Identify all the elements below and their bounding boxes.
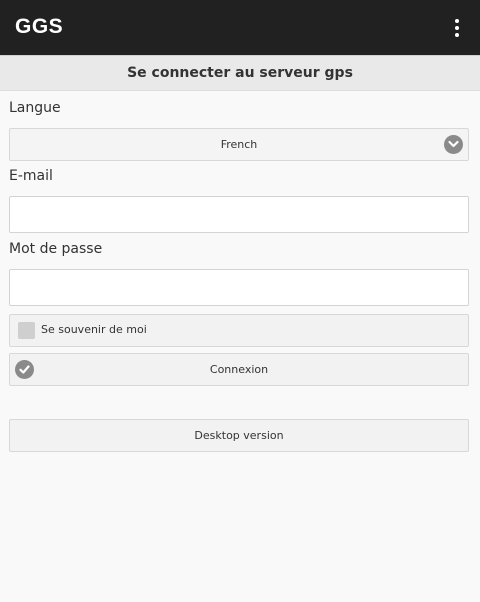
login-button-label: Connexion	[209, 363, 269, 376]
desktop-version-button[interactable]: Desktop version	[9, 419, 469, 452]
email-field[interactable]	[9, 196, 469, 233]
password-label: Mot de passe	[9, 241, 103, 257]
email-label: E-mail	[9, 168, 53, 184]
check-icon	[15, 360, 34, 379]
desktop-version-label: Desktop version	[194, 429, 284, 442]
app-bar: GGS	[0, 0, 480, 55]
app-title: GGS	[15, 15, 64, 38]
password-field[interactable]	[9, 269, 469, 306]
language-label: Langue	[9, 100, 61, 116]
language-selected-value: French	[220, 138, 258, 151]
remember-me-checkbox[interactable]	[18, 322, 35, 339]
remember-me-row[interactable]: Se souvenir de moi	[9, 314, 469, 347]
language-select[interactable]: French	[9, 128, 469, 161]
page-title: Se connecter au serveur gps	[0, 55, 480, 91]
login-button[interactable]: Connexion	[9, 353, 469, 386]
more-vert-icon[interactable]	[444, 14, 470, 42]
remember-me-label: Se souvenir de moi	[41, 323, 147, 336]
chevron-down-icon	[444, 135, 463, 154]
